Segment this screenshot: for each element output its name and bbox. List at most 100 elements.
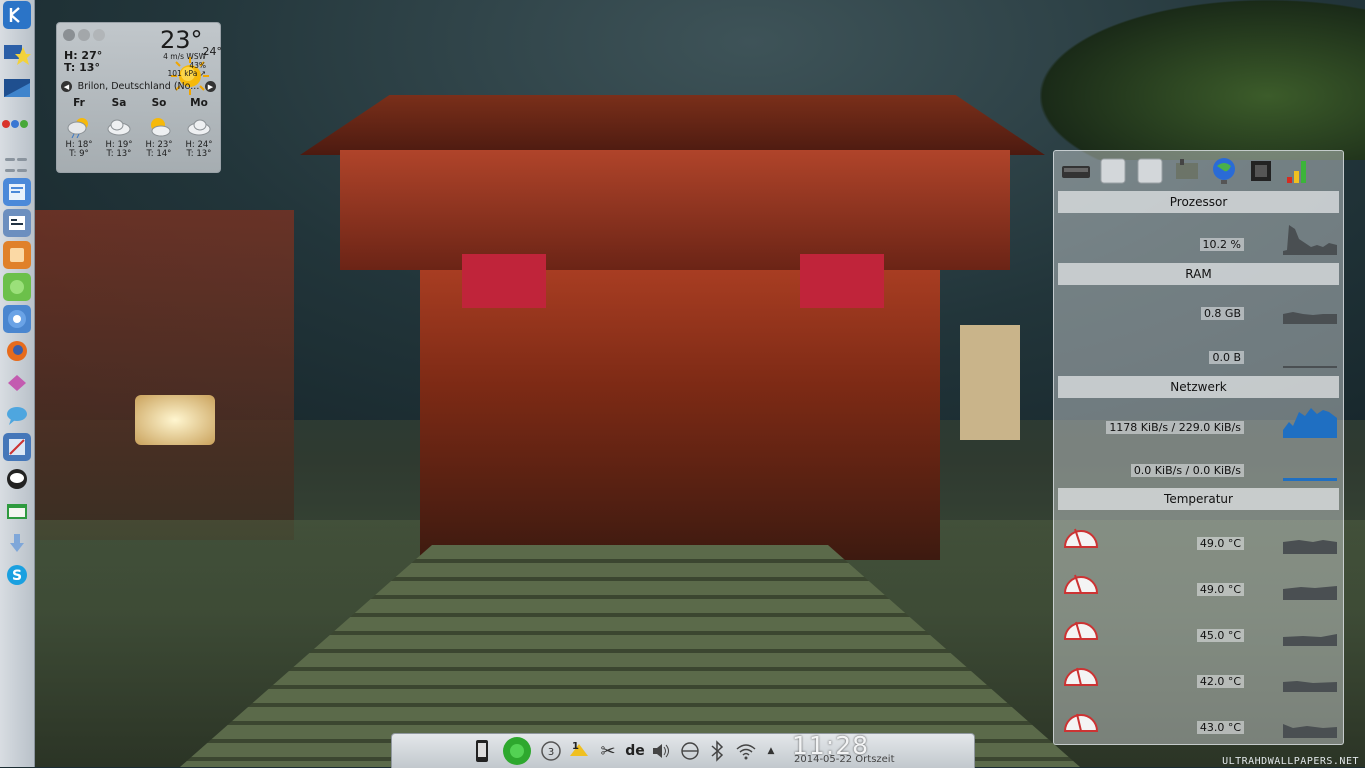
swap-graph bbox=[1283, 366, 1337, 368]
notification-badge-icon[interactable]: 1 bbox=[567, 739, 591, 763]
sysmon-row-temp: 42.0 °C bbox=[1058, 654, 1339, 694]
weather-current-temp: 23°24° bbox=[160, 26, 222, 58]
text-icon[interactable] bbox=[78, 29, 90, 41]
firefox-icon[interactable] bbox=[3, 337, 31, 365]
keyboard-layout[interactable]: de bbox=[623, 739, 647, 763]
cpu-graph bbox=[1283, 225, 1337, 255]
drive-icon[interactable] bbox=[1096, 154, 1129, 187]
forecast-low: T: 9° bbox=[69, 149, 89, 159]
temp-graph bbox=[1283, 634, 1337, 646]
power-status-icon[interactable] bbox=[500, 737, 534, 765]
wallpaper-temple-gate bbox=[420, 270, 940, 560]
temp-value: 45.0 °C bbox=[1196, 629, 1244, 642]
weather-location: Brilon, Deutschland (No... bbox=[77, 81, 200, 92]
net-graph-2 bbox=[1283, 478, 1337, 481]
chat-icon[interactable] bbox=[3, 401, 31, 429]
left-dock: S bbox=[0, 0, 35, 767]
volume-icon[interactable] bbox=[650, 739, 672, 763]
temp-graph bbox=[1283, 586, 1337, 600]
temp-value: 43.0 °C bbox=[1196, 721, 1244, 734]
wallpaper-banner-right bbox=[800, 254, 884, 308]
clipboard-counter-icon[interactable]: 3 bbox=[540, 739, 562, 763]
sysmon-row-temp: 49.0 °C bbox=[1058, 562, 1339, 602]
sun-cloud-icon bbox=[139, 113, 179, 141]
app-window-1-icon[interactable] bbox=[3, 178, 31, 206]
tray-expand-icon[interactable]: ▲ bbox=[764, 739, 778, 763]
folder-favorites-icon[interactable] bbox=[3, 40, 31, 68]
desktop-preview-icon[interactable] bbox=[3, 74, 31, 102]
bottom-panel: 3 1 ✂ de ▲ 11:28 2014-05-22 Ortszeit bbox=[391, 731, 975, 768]
wallpaper-sign-post bbox=[960, 325, 1020, 440]
hardware-icon[interactable] bbox=[1170, 154, 1203, 187]
app-window-5-icon[interactable] bbox=[3, 369, 31, 397]
messenger-icon[interactable] bbox=[3, 465, 31, 493]
sysmon-row-swap: 0.0 B bbox=[1058, 330, 1339, 370]
wifi-icon[interactable] bbox=[734, 739, 758, 763]
notification-count: 1 bbox=[572, 741, 579, 752]
thermometer-gauge-icon bbox=[1063, 528, 1099, 548]
prev-location-arrow-icon[interactable]: ◀ bbox=[61, 81, 72, 92]
wallpaper-trees bbox=[1040, 0, 1365, 160]
signal-bars-icon[interactable] bbox=[1281, 154, 1314, 187]
pressure-value: 101 kPa ↗ bbox=[167, 69, 207, 78]
weather-location-bar: ◀ Brilon, Deutschland (No... ▶ bbox=[61, 80, 216, 93]
forecast-day: Fr H: 18° T: 9° bbox=[59, 97, 99, 159]
thermometer-gauge-icon bbox=[1063, 574, 1099, 594]
cpu-value: 10.2 % bbox=[1199, 238, 1244, 251]
phone-device-icon[interactable] bbox=[472, 739, 492, 763]
drive-icon[interactable] bbox=[1133, 154, 1166, 187]
clock-date: 2014-05-22 Ortszeit bbox=[794, 754, 895, 765]
activity-dots[interactable] bbox=[2, 120, 28, 128]
app-window-7-icon[interactable] bbox=[3, 497, 31, 525]
cloud-icon bbox=[99, 113, 139, 141]
svg-text:3: 3 bbox=[548, 747, 554, 758]
dock-separator bbox=[4, 158, 30, 172]
svg-text:S: S bbox=[12, 568, 22, 584]
current-temp-value: 23° bbox=[160, 26, 203, 54]
scissors-icon[interactable]: ✂ bbox=[597, 739, 619, 763]
temp-value: 49.0 °C bbox=[1196, 537, 1244, 550]
kde-menu-icon[interactable] bbox=[3, 1, 31, 29]
temp-graph bbox=[1283, 540, 1337, 554]
thermometer-gauge-icon bbox=[1063, 713, 1099, 732]
temp-value: 42.0 °C bbox=[1196, 675, 1244, 688]
forecast-day-name: So bbox=[151, 97, 167, 109]
app-window-4-icon[interactable] bbox=[3, 273, 31, 301]
wallpaper-lantern bbox=[135, 395, 215, 445]
temp-graph bbox=[1283, 724, 1337, 738]
weather-details: 4 m/s WSW 43% 101 kPa ↗ bbox=[163, 52, 207, 79]
sysmon-toolbar bbox=[1059, 154, 1339, 192]
sysmon-row-ram: 0.8 GB bbox=[1058, 286, 1339, 326]
skype-icon[interactable]: S bbox=[3, 561, 31, 589]
sysmon-row-cpu: 10.2 % bbox=[1058, 217, 1339, 257]
refresh-icon[interactable] bbox=[93, 29, 105, 41]
temp-value: 49.0 °C bbox=[1196, 583, 1244, 596]
network-globe-icon[interactable] bbox=[1207, 154, 1240, 187]
settings-icon[interactable] bbox=[63, 29, 75, 41]
usb-icon[interactable] bbox=[678, 739, 702, 763]
bluetooth-icon[interactable] bbox=[708, 739, 726, 763]
sysmon-row-temp: 43.0 °C bbox=[1058, 700, 1339, 740]
hard-disk-icon[interactable] bbox=[1059, 154, 1092, 187]
ram-value: 0.8 GB bbox=[1200, 307, 1244, 320]
swap-value: 0.0 B bbox=[1209, 351, 1244, 364]
forecast-low: T: 13° bbox=[106, 149, 132, 159]
weather-widget[interactable]: H: 27° T: 13° 23°24° 4 m/s WSW 43% 101 k… bbox=[56, 22, 222, 173]
sysmon-row-temp: 49.0 °C bbox=[1058, 516, 1339, 556]
cpu-chip-icon[interactable] bbox=[1244, 154, 1277, 187]
ram-graph bbox=[1283, 312, 1337, 324]
next-location-arrow-icon[interactable]: ▶ bbox=[204, 81, 216, 92]
dock-separator bbox=[4, 147, 30, 161]
app-window-6-icon[interactable] bbox=[3, 433, 31, 461]
weather-today-highlow: H: 27° T: 13° bbox=[64, 50, 102, 74]
chromium-icon[interactable] bbox=[3, 305, 31, 333]
cloud-rain-sun-icon bbox=[59, 113, 99, 141]
sysmon-header-net: Netzwerk bbox=[1058, 376, 1339, 398]
app-window-2-icon[interactable] bbox=[3, 209, 31, 237]
forecast-day: Sa H: 19° T: 13° bbox=[99, 97, 139, 159]
download-icon[interactable] bbox=[3, 529, 31, 557]
forecast-low: T: 13° bbox=[186, 149, 212, 159]
system-monitor-widget[interactable]: Prozessor 10.2 % RAM 0.8 GB 0.0 B Netzwe… bbox=[1053, 150, 1344, 745]
app-window-3-icon[interactable] bbox=[3, 241, 31, 269]
net-value-2: 0.0 KiB/s / 0.0 KiB/s bbox=[1130, 464, 1244, 477]
